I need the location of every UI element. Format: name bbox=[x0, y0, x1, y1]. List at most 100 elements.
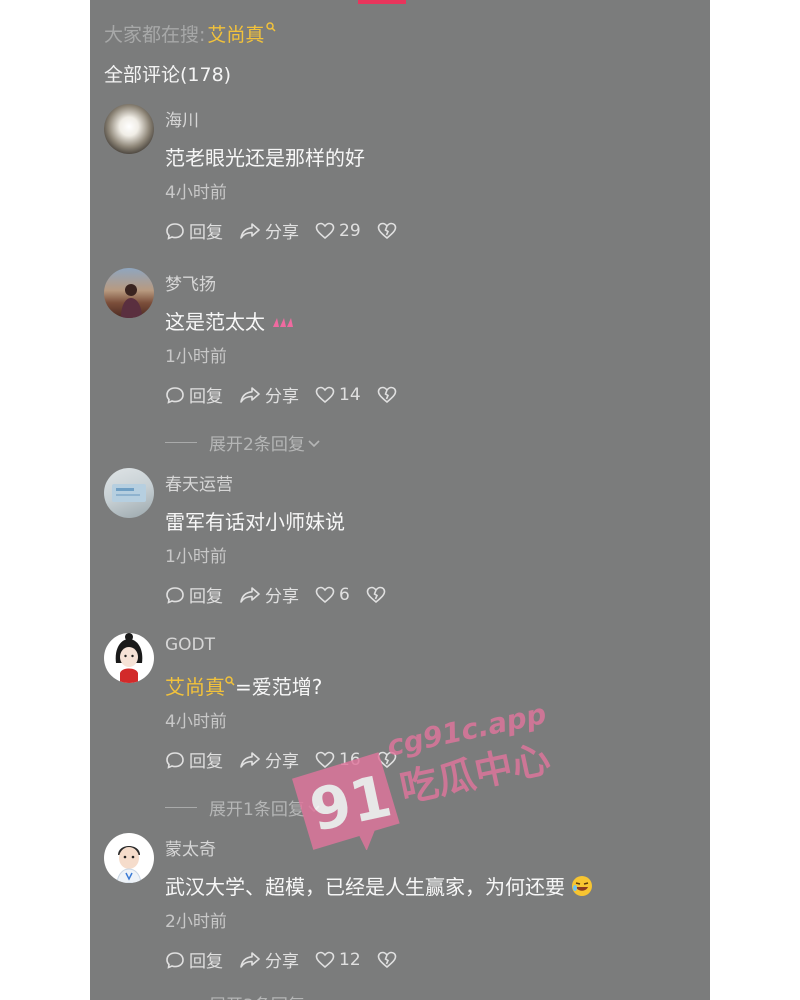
heart-icon bbox=[315, 222, 335, 239]
expand-replies-button[interactable]: 展开3条回复 bbox=[165, 991, 305, 1000]
reply-label: 回复 bbox=[189, 223, 223, 243]
cartoon-girl-avatar[interactable] bbox=[104, 633, 154, 683]
comment-username[interactable]: 春天运营 bbox=[165, 470, 233, 495]
comment-actions: 回复 分享 6 bbox=[165, 582, 406, 607]
comment-item: 海川 范老眼光还是那样的好 4小时前 回复 分享 29 bbox=[90, 104, 710, 284]
cartoon-doctor-icon bbox=[116, 846, 142, 883]
broken-heart-icon bbox=[377, 386, 396, 403]
share-label: 分享 bbox=[265, 387, 299, 407]
reply-bubble-icon bbox=[166, 586, 184, 604]
share-label: 分享 bbox=[265, 587, 299, 607]
share-button[interactable]: 分享 bbox=[239, 382, 299, 407]
reply-button[interactable]: 回复 bbox=[165, 582, 223, 607]
comment-actions: 回复 分享 12 bbox=[165, 947, 417, 972]
comment-text-content: 雷军有话对小师妹说 bbox=[165, 510, 345, 534]
dislike-button[interactable] bbox=[377, 951, 401, 969]
watermark-logo: 91 cg91c.app 吃瓜中心 bbox=[285, 690, 555, 851]
comment-text: 这是范太太 bbox=[165, 306, 295, 335]
share-button[interactable]: 分享 bbox=[239, 218, 299, 243]
reply-label: 回复 bbox=[189, 952, 223, 972]
chevron-down-icon bbox=[308, 439, 320, 447]
reply-button[interactable]: 回复 bbox=[165, 747, 223, 772]
heart-icon bbox=[315, 951, 335, 968]
comment-actions: 回复 分享 29 bbox=[165, 218, 417, 243]
expand-divider-line bbox=[165, 807, 197, 808]
dislike-button[interactable] bbox=[377, 386, 401, 404]
share-label: 分享 bbox=[265, 952, 299, 972]
cartoon-doctor-avatar[interactable] bbox=[104, 833, 154, 883]
expand-replies-label: 展开2条回复 bbox=[209, 435, 305, 455]
comment-text-content: 这是范太太 bbox=[165, 310, 265, 334]
comment-text-content: 范老眼光还是那样的好 bbox=[165, 146, 365, 170]
like-count: 12 bbox=[339, 949, 361, 970]
comment-time: 1小时前 bbox=[165, 547, 227, 567]
comment-username[interactable]: 蒙太奇 bbox=[165, 835, 216, 860]
comment-time: 1小时前 bbox=[165, 347, 227, 367]
comment-username[interactable]: 梦飞扬 bbox=[165, 270, 216, 295]
reply-button[interactable]: 回复 bbox=[165, 218, 223, 243]
like-button[interactable]: 12 bbox=[315, 950, 361, 970]
broken-heart-icon bbox=[377, 222, 396, 239]
comment-text: 范老眼光还是那样的好 bbox=[165, 142, 365, 171]
share-arrow-icon bbox=[240, 386, 260, 403]
comment-time: 4小时前 bbox=[165, 712, 227, 732]
like-count: 29 bbox=[339, 220, 361, 241]
heart-icon bbox=[315, 586, 335, 603]
share-label: 分享 bbox=[265, 223, 299, 243]
share-arrow-icon bbox=[240, 222, 260, 239]
broken-heart-icon bbox=[366, 586, 386, 603]
share-button[interactable]: 分享 bbox=[239, 582, 299, 607]
share-arrow-icon bbox=[240, 951, 260, 968]
like-count: 14 bbox=[339, 384, 361, 405]
like-count: 6 bbox=[339, 584, 350, 605]
share-arrow-icon bbox=[240, 751, 260, 768]
comment-item: 春天运营 雷军有话对小师妹说 1小时前 回复 分享 6 bbox=[90, 468, 710, 648]
mention-keyword[interactable]: 艾尚真 bbox=[165, 675, 225, 699]
broken-heart-icon bbox=[377, 951, 396, 968]
search-suggestion-keyword[interactable]: 艾尚真 bbox=[207, 20, 264, 47]
comment-time: 4小时前 bbox=[165, 183, 227, 203]
reply-bubble-icon bbox=[166, 222, 184, 240]
comment-text-content: 武汉大学、超模，已经是人生赢家，为何还要 bbox=[165, 875, 565, 899]
search-suggestion-label: 大家都在搜: bbox=[104, 24, 206, 46]
dislike-button[interactable] bbox=[377, 222, 401, 240]
like-button[interactable]: 6 bbox=[315, 585, 350, 605]
person-silhouette-icon bbox=[121, 284, 142, 318]
dislike-button[interactable] bbox=[366, 586, 390, 604]
comment-username[interactable]: GODT bbox=[165, 635, 215, 655]
screen-graphic-icon bbox=[112, 484, 146, 502]
comment-time: 2小时前 bbox=[165, 912, 227, 932]
person-photo-avatar[interactable] bbox=[104, 268, 154, 318]
share-button[interactable]: 分享 bbox=[239, 947, 299, 972]
reply-label: 回复 bbox=[189, 387, 223, 407]
share-arrow-icon bbox=[240, 586, 260, 603]
heart-icon bbox=[315, 386, 335, 403]
comment-item: 梦飞扬 这是范太太 1小时前 回复 分享 14 展开2条回复 bbox=[90, 268, 710, 455]
screen-photo-avatar[interactable] bbox=[104, 468, 154, 518]
expand-replies-button[interactable]: 展开2条回复 bbox=[165, 430, 321, 455]
comment-actions: 回复 分享 14 bbox=[165, 382, 417, 407]
top-accent-bar bbox=[358, 0, 406, 4]
reply-bubble-icon bbox=[166, 386, 184, 404]
glowing-orb-avatar[interactable] bbox=[104, 104, 154, 154]
comment-count-title: 全部评论(178) bbox=[104, 64, 232, 86]
reply-button[interactable]: 回复 bbox=[165, 382, 223, 407]
reply-label: 回复 bbox=[189, 587, 223, 607]
pink-claws-emoji bbox=[271, 310, 295, 334]
search-icon bbox=[266, 21, 276, 35]
search-suggestion[interactable]: 大家都在搜: 艾尚真 bbox=[104, 20, 276, 47]
reply-bubble-icon bbox=[166, 751, 184, 769]
comment-item: 蒙太奇 武汉大学、超模，已经是人生赢家，为何还要 2小时前 回复 分享 12 bbox=[90, 833, 710, 1000]
expand-divider-line bbox=[165, 442, 197, 443]
comment-username[interactable]: 海川 bbox=[165, 106, 199, 131]
comment-text: 武汉大学、超模，已经是人生赢家，为何还要 bbox=[165, 871, 593, 900]
like-button[interactable]: 29 bbox=[315, 221, 361, 241]
search-icon bbox=[225, 675, 235, 689]
like-button[interactable]: 14 bbox=[315, 385, 361, 405]
comment-text: 雷军有话对小师妹说 bbox=[165, 506, 345, 535]
reply-button[interactable]: 回复 bbox=[165, 947, 223, 972]
reply-bubble-icon bbox=[166, 951, 184, 969]
cartoon-girl-icon bbox=[115, 633, 143, 683]
rolling-laughing-emoji bbox=[571, 875, 593, 899]
reply-label: 回复 bbox=[189, 752, 223, 772]
